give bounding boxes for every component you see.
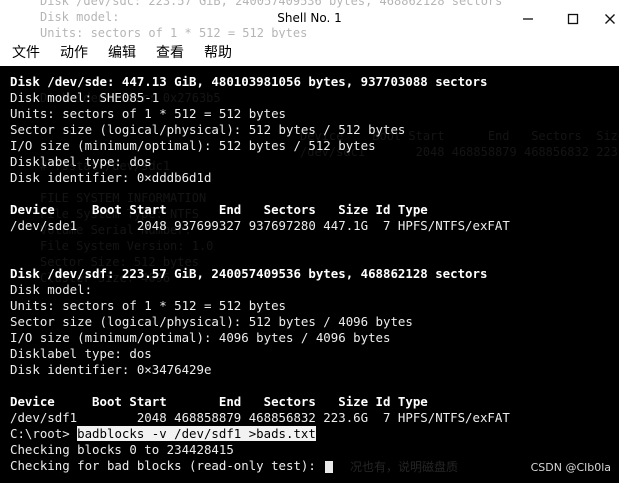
shell-prompt: C:\root> [10,426,78,441]
ghost-line: Disk /dev/sdc: 223.57 GiB, 240057409536 … [40,0,503,8]
terminal-line: Disklabel type: dos [10,154,152,169]
minimize-button[interactable] [514,6,542,32]
terminal-line: Disk /dev/sde: 447.13 GiB, 480103981056 … [10,74,488,89]
menu-help[interactable]: 帮助 [204,42,232,62]
terminal-line: I/O size (minimum/optimal): 4096 bytes /… [10,330,391,345]
highlighted-command[interactable]: badblocks -v /dev/sdf1 >bads.txt [77,426,316,441]
overlay-text: 况也有，说明磁盘质 [350,460,459,474]
terminal-line: Disk model: [10,282,93,297]
close-icon [605,14,615,24]
maximize-button[interactable] [559,6,587,32]
partition-row: /dev/sdf1 2048 468858879 468856832 223.6… [10,410,510,425]
terminal-line: Disk /dev/sdf: 223.57 GiB, 240057409536 … [10,266,488,281]
terminal-line: Disk model: SHE085-1 [10,90,160,105]
menu-view[interactable]: 查看 [156,42,184,62]
partition-table-header: Device Boot Start End Sectors Size Id Ty… [10,202,428,217]
terminal-line: Sector size (logical/physical): 512 byte… [10,314,413,329]
terminal-line: I/O size (minimum/optimal): 512 bytes / … [10,138,376,153]
watermark: CSDN @Clb0la [530,461,611,474]
terminal-line: Disk identifier: 0×dddb6d1d [10,170,212,185]
partition-row: /dev/sde1 2048 937699327 937697280 447.1… [10,218,510,233]
menu-action[interactable]: 动作 [60,42,88,62]
minimize-icon [523,18,533,20]
text-cursor [325,460,334,473]
menu-edit[interactable]: 编辑 [108,42,136,62]
terminal-line: Sector size (logical/physical): 512 byte… [10,122,406,137]
terminal-line: Units: sectors of 1 * 512 = 512 bytes [10,298,287,313]
terminal-output[interactable]: Disk identifier: 0x2763b5 Device Boot St… [0,66,619,483]
close-button[interactable] [596,6,619,32]
menu-file[interactable]: 文件 [12,42,40,62]
checking-text: Checking for bad blocks (read-only test)… [10,458,324,473]
command-line: C:\root> badblocks -v /dev/sdf1 >bads.tx… [10,426,510,442]
terminal-line: Checking blocks 0 to 234428415 [10,442,234,457]
terminal-line: Disk identifier: 0×3476429e [10,362,212,377]
menu-bar: 文件 动作 编辑 查看 帮助 [0,38,619,66]
maximize-icon [567,13,579,25]
terminal-line: Units: sectors of 1 * 512 = 512 bytes [10,106,287,121]
partition-table-header: Device Boot Start End Sectors Size Id Ty… [10,394,428,409]
terminal-lines: Disk /dev/sde: 447.13 GiB, 480103981056 … [10,74,510,474]
title-bar: Disk /dev/sdc: 223.57 GiB, 240057409536 … [0,0,619,56]
terminal-line: Disklabel type: dos [10,346,152,361]
